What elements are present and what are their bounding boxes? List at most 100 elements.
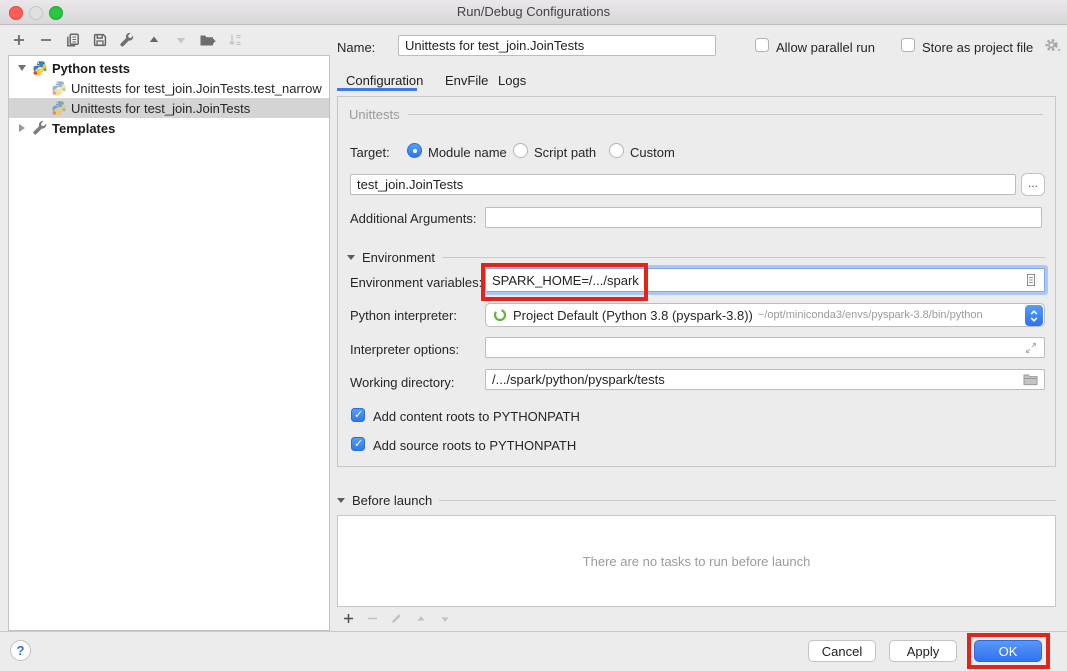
active-tab-underline bbox=[337, 88, 417, 91]
divider bbox=[439, 500, 1056, 501]
tree-item-unittests-test-narrow[interactable]: Unittests for test_join.JoinTests.test_n… bbox=[9, 78, 329, 98]
sort-alphabetically-icon bbox=[226, 31, 243, 48]
minimize-button bbox=[29, 6, 43, 20]
interpreter-options-input[interactable] bbox=[485, 337, 1045, 358]
python-tests-icon bbox=[32, 60, 48, 76]
add-content-roots-label: Add content roots to PYTHONPATH bbox=[373, 409, 580, 424]
edit-templates-wrench-icon[interactable] bbox=[118, 31, 135, 48]
python-interpreter-label: Python interpreter: bbox=[350, 308, 457, 323]
expand-arrow-icon[interactable] bbox=[16, 124, 28, 132]
collapse-arrow-icon[interactable] bbox=[347, 255, 355, 260]
checkbox-add-content-roots[interactable] bbox=[351, 408, 365, 422]
configurations-tree: Python tests Unittests for test_join.Joi… bbox=[8, 55, 330, 631]
add-task-icon[interactable] bbox=[341, 611, 356, 626]
cancel-button[interactable]: Cancel bbox=[808, 640, 876, 662]
environment-variables-label: Environment variables: bbox=[350, 275, 482, 290]
target-label: Target: bbox=[350, 145, 390, 160]
allow-parallel-run-label: Allow parallel run bbox=[776, 40, 875, 55]
expand-editor-icon[interactable] bbox=[1024, 341, 1038, 355]
tree-item-label: Templates bbox=[52, 121, 115, 136]
conda-env-icon bbox=[493, 308, 507, 322]
ok-button[interactable]: OK bbox=[974, 640, 1042, 662]
unittests-group-label: Unittests bbox=[349, 107, 400, 122]
tree-item-label: Python tests bbox=[52, 61, 130, 76]
tab-logs[interactable]: Logs bbox=[498, 73, 526, 88]
tree-item-label: Unittests for test_join.JoinTests.test_n… bbox=[71, 81, 322, 96]
python-test-config-icon bbox=[51, 100, 67, 116]
before-launch-label: Before launch bbox=[352, 493, 432, 508]
before-launch-section-header[interactable]: Before launch bbox=[337, 493, 1056, 508]
configuration-panel: Unittests Target: Module name Script pat… bbox=[337, 96, 1056, 467]
module-name-value: test_join.JoinTests bbox=[357, 177, 463, 192]
python-interpreter-value: Project Default (Python 3.8 (pyspark-3.8… bbox=[513, 308, 753, 323]
save-configuration-icon[interactable] bbox=[91, 31, 108, 48]
radio-module-name-label: Module name bbox=[428, 145, 507, 160]
radio-module-name[interactable] bbox=[407, 143, 422, 158]
remove-task-icon bbox=[365, 611, 380, 626]
tab-envfile[interactable]: EnvFile bbox=[445, 73, 488, 88]
run-debug-configurations-dialog: Run/Debug Configurations bbox=[0, 0, 1067, 671]
templates-wrench-icon bbox=[32, 120, 48, 136]
move-task-down-icon bbox=[437, 611, 452, 626]
tree-item-python-tests[interactable]: Python tests bbox=[9, 58, 329, 78]
additional-arguments-input[interactable] bbox=[485, 207, 1042, 228]
browse-button[interactable]: ... bbox=[1021, 173, 1045, 196]
name-label: Name: bbox=[337, 40, 375, 55]
configurations-toolbar bbox=[10, 31, 243, 48]
python-interpreter-select[interactable]: Project Default (Python 3.8 (pyspark-3.8… bbox=[485, 303, 1045, 327]
working-directory-input[interactable]: /.../spark/python/pyspark/tests bbox=[485, 369, 1045, 390]
name-input[interactable] bbox=[398, 35, 716, 56]
new-folder-icon[interactable] bbox=[199, 31, 216, 48]
interpreter-options-label: Interpreter options: bbox=[350, 342, 459, 357]
radio-custom-label: Custom bbox=[630, 145, 675, 160]
edit-variables-list-icon[interactable] bbox=[1024, 273, 1038, 287]
radio-script-path[interactable] bbox=[513, 143, 528, 158]
edit-task-icon bbox=[389, 611, 404, 626]
tree-item-label: Unittests for test_join.JoinTests bbox=[71, 101, 250, 116]
tree-item-templates[interactable]: Templates bbox=[9, 118, 329, 138]
zoom-button[interactable] bbox=[49, 6, 63, 20]
python-interpreter-path: ~/opt/miniconda3/envs/pyspark-3.8/bin/py… bbox=[758, 309, 983, 321]
footer-divider bbox=[0, 631, 1067, 632]
tab-configuration[interactable]: Configuration bbox=[346, 73, 423, 88]
environment-section-label: Environment bbox=[362, 250, 435, 265]
radio-script-path-label: Script path bbox=[534, 145, 596, 160]
move-task-up-icon bbox=[413, 611, 428, 626]
collapse-arrow-icon[interactable] bbox=[337, 498, 345, 503]
before-launch-toolbar bbox=[341, 611, 452, 626]
checkbox-add-source-roots[interactable] bbox=[351, 437, 365, 451]
additional-arguments-label: Additional Arguments: bbox=[350, 211, 476, 226]
apply-button[interactable]: Apply bbox=[889, 640, 957, 662]
working-directory-value: /.../spark/python/pyspark/tests bbox=[492, 372, 665, 387]
tree-item-unittests-jointests[interactable]: Unittests for test_join.JoinTests bbox=[9, 98, 329, 118]
before-launch-task-list: There are no tasks to run before launch bbox=[337, 515, 1056, 607]
title-bar: Run/Debug Configurations bbox=[0, 0, 1067, 25]
help-button[interactable]: ? bbox=[10, 640, 31, 661]
dropdown-stepper-icon[interactable] bbox=[1025, 305, 1043, 326]
environment-section-header[interactable]: Environment bbox=[347, 250, 1045, 265]
browse-folder-icon[interactable] bbox=[1023, 373, 1038, 386]
remove-configuration-icon[interactable] bbox=[37, 31, 54, 48]
move-up-icon[interactable] bbox=[145, 31, 162, 48]
environment-variables-input[interactable]: SPARK_HOME=/.../spark bbox=[485, 268, 1045, 292]
close-button[interactable] bbox=[9, 6, 23, 20]
add-source-roots-label: Add source roots to PYTHONPATH bbox=[373, 438, 576, 453]
divider bbox=[442, 257, 1045, 258]
move-down-icon bbox=[172, 31, 189, 48]
copy-configuration-icon[interactable] bbox=[64, 31, 81, 48]
python-test-config-icon bbox=[51, 80, 67, 96]
before-launch-empty-text: There are no tasks to run before launch bbox=[583, 554, 811, 569]
unittests-group-header: Unittests bbox=[349, 107, 1043, 122]
module-name-input[interactable]: test_join.JoinTests bbox=[350, 174, 1016, 195]
add-configuration-icon[interactable] bbox=[10, 31, 27, 48]
divider bbox=[408, 114, 1043, 115]
checkbox-allow-parallel-run[interactable] bbox=[755, 38, 769, 52]
store-as-project-file-label: Store as project file bbox=[922, 40, 1033, 55]
environment-variables-value: SPARK_HOME=/.../spark bbox=[492, 273, 639, 288]
checkbox-store-as-project-file[interactable] bbox=[901, 38, 915, 52]
window-title: Run/Debug Configurations bbox=[0, 0, 1067, 24]
working-directory-label: Working directory: bbox=[350, 375, 455, 390]
collapse-arrow-icon[interactable] bbox=[16, 65, 28, 71]
gear-icon[interactable] bbox=[1044, 37, 1062, 53]
radio-custom[interactable] bbox=[609, 143, 624, 158]
